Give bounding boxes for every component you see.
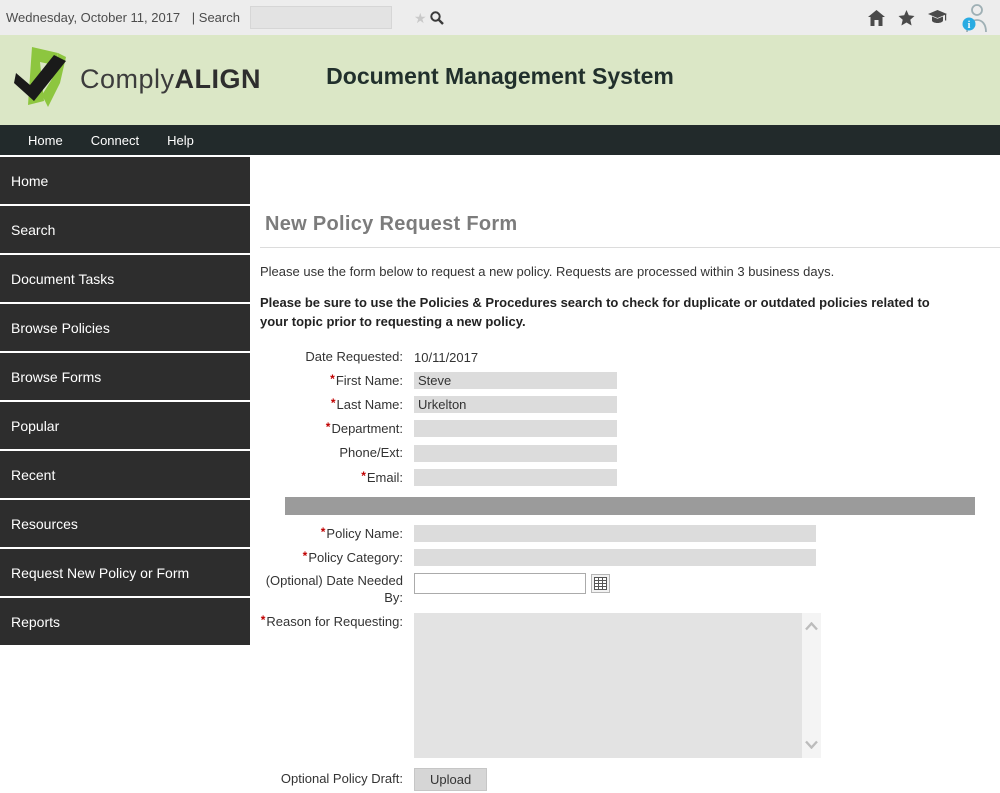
search-icon[interactable] (429, 10, 445, 26)
policy-name-label: *Policy Name: (320, 524, 403, 541)
intro-text: Please use the form below to request a n… (260, 264, 835, 279)
policy-name-row: *Policy Name: (260, 524, 1000, 542)
required-marker: * (330, 371, 335, 386)
nav-connect[interactable]: Connect (91, 133, 139, 148)
current-date: Wednesday, October 11, 2017 (6, 10, 184, 25)
date-requested-label: Date Requested: (305, 348, 403, 364)
textarea-scrollbar[interactable] (802, 612, 821, 758)
sidebar-item-recent[interactable]: Recent (0, 451, 250, 498)
required-marker: * (302, 549, 308, 564)
page-title: New Policy Request Form (265, 213, 518, 235)
sidebar-item-document-tasks[interactable]: Document Tasks (0, 255, 250, 302)
sidebar: Home Search Document Tasks Browse Polici… (0, 157, 250, 647)
search-input[interactable] (250, 7, 414, 28)
main-nav: Home Connect Help (0, 125, 1000, 155)
star-icon[interactable] (898, 9, 915, 26)
sidebar-item-browse-policies[interactable]: Browse Policies (0, 304, 250, 351)
reason-textarea[interactable] (414, 612, 802, 758)
email-row: *Email: (260, 468, 1000, 486)
sidebar-item-popular[interactable]: Popular (0, 402, 250, 449)
sidebar-item-search[interactable]: Search (0, 206, 250, 253)
date-needed-field[interactable] (414, 573, 586, 595)
search-label: | Search (191, 10, 240, 25)
department-field[interactable] (414, 420, 617, 438)
reason-row: *Reason for Requesting: (260, 612, 1000, 758)
policy-name-field[interactable] (414, 524, 816, 542)
title-divider (260, 247, 1000, 248)
quick-search-box[interactable]: ★ (249, 6, 444, 29)
upload-button[interactable]: Upload (414, 767, 488, 791)
svg-text:i: i (968, 20, 971, 31)
favorite-star-icon[interactable]: ★ (414, 11, 427, 25)
reason-textarea-wrap (414, 612, 821, 758)
last-name-label: *Last Name: (330, 396, 403, 413)
department-row: *Department: (260, 420, 1000, 438)
first-name-label: *First Name: (330, 371, 403, 388)
profile-info-icon[interactable]: i (960, 3, 990, 33)
nav-help[interactable]: Help (167, 133, 194, 148)
required-marker: * (361, 468, 366, 483)
sidebar-item-request-new-policy[interactable]: Request New Policy or Form (0, 549, 250, 596)
sidebar-item-browse-forms[interactable]: Browse Forms (0, 353, 250, 400)
email-field[interactable] (414, 468, 617, 486)
policy-category-row: *Policy Category: (260, 549, 1000, 567)
phone-field[interactable] (414, 444, 617, 462)
main-content: New Policy Request Form Please use the f… (250, 155, 1000, 793)
section-divider-bar (285, 496, 975, 515)
policy-category-label: *Policy Category: (302, 549, 403, 566)
draft-label: Optional Policy Draft: (280, 770, 403, 786)
date-requested-value: 10/11/2017 (414, 349, 479, 365)
app-header: ComplyALIGN Document Management System (0, 35, 1000, 125)
sidebar-item-reports[interactable]: Reports (0, 598, 250, 645)
department-label: *Department: (325, 420, 403, 437)
sidebar-item-resources[interactable]: Resources (0, 500, 250, 547)
page: Wednesday, October 11, 2017 | Search ★ i… (0, 0, 1000, 793)
required-marker: * (320, 524, 326, 539)
top-utility-bar: Wednesday, October 11, 2017 | Search ★ i (0, 0, 1000, 35)
date-requested-row: Date Requested: 10/11/2017 (260, 349, 1000, 365)
phone-label: Phone/Ext: (339, 444, 403, 460)
required-marker: * (260, 612, 266, 627)
scroll-down-icon[interactable] (804, 737, 819, 752)
first-name-row: *First Name: (260, 371, 1000, 389)
training-icon[interactable] (928, 10, 947, 25)
last-name-field[interactable] (414, 396, 617, 414)
phone-row: Phone/Ext: (260, 444, 1000, 462)
last-name-row: *Last Name: (260, 396, 1000, 414)
date-needed-label: (Optional) Date Needed By: (265, 573, 403, 605)
app-title: Document Management System (326, 63, 674, 89)
policy-category-field[interactable] (414, 549, 816, 567)
email-label: *Email: (361, 468, 403, 485)
nav-home[interactable]: Home (28, 133, 63, 148)
duplicate-check-notice: Please be sure to use the Policies & Pro… (260, 295, 930, 329)
reason-label: *Reason for Requesting: (260, 612, 403, 629)
topbar-icon-group: i (868, 3, 990, 33)
scroll-up-icon[interactable] (804, 619, 819, 634)
first-name-field[interactable] (414, 371, 617, 389)
sidebar-item-home[interactable]: Home (0, 157, 250, 204)
calendar-icon[interactable] (591, 574, 610, 594)
draft-row: Optional Policy Draft: Upload (260, 767, 1000, 791)
required-marker: * (330, 396, 336, 411)
date-needed-row: (Optional) Date Needed By: (260, 573, 1000, 606)
required-marker: * (325, 420, 331, 435)
home-icon[interactable] (868, 9, 885, 26)
new-policy-request-form: Date Requested: 10/11/2017 *First Name: … (260, 349, 1000, 793)
